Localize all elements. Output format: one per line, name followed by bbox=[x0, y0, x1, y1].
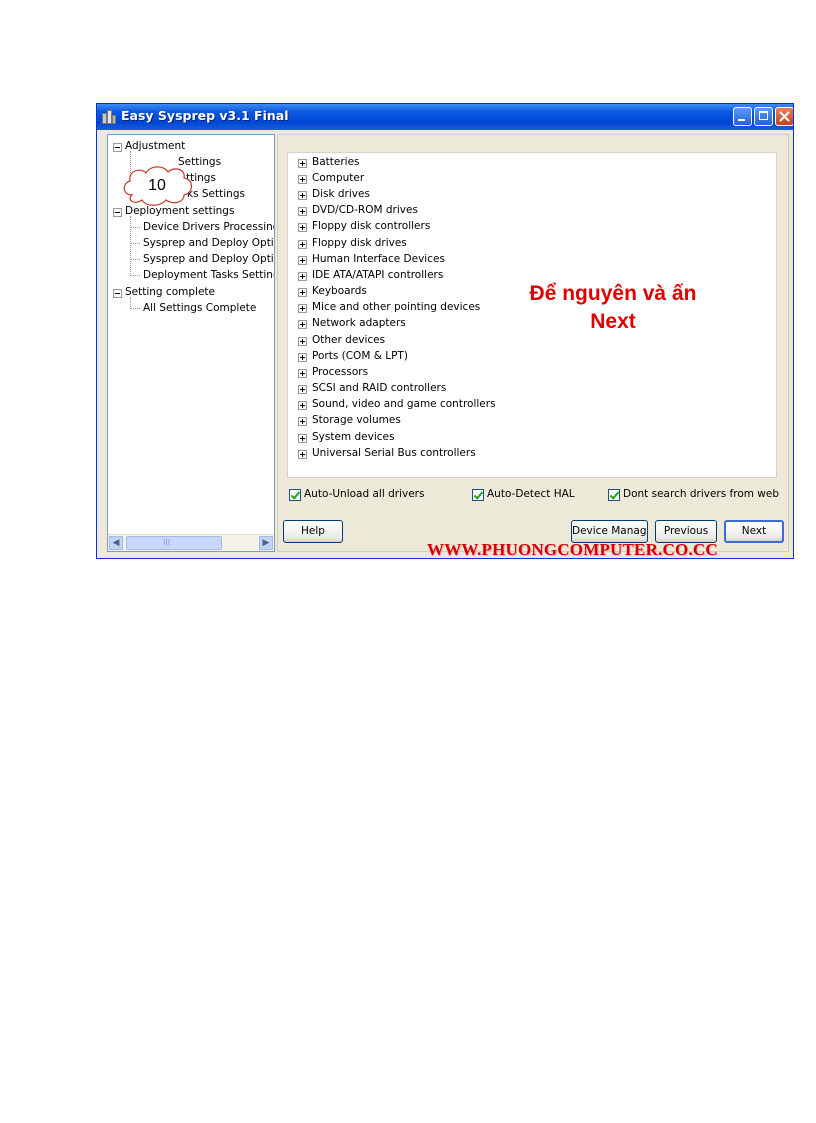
expand-icon[interactable] bbox=[298, 272, 307, 281]
expand-icon[interactable] bbox=[298, 159, 307, 168]
collapse-icon[interactable] bbox=[113, 143, 122, 152]
auto-detect-hal-checkbox[interactable] bbox=[472, 489, 484, 501]
expand-icon[interactable] bbox=[298, 175, 307, 184]
expand-icon[interactable] bbox=[298, 256, 307, 265]
tree-line bbox=[130, 308, 140, 309]
scroll-left-button[interactable]: ◀ bbox=[109, 536, 123, 550]
maximize-icon bbox=[759, 111, 768, 120]
instruction-line-1: Để nguyên và ấn bbox=[529, 282, 697, 305]
close-icon bbox=[779, 111, 790, 122]
expand-icon[interactable] bbox=[298, 369, 307, 378]
chevron-left-icon: ◀ bbox=[112, 538, 120, 548]
expand-icon[interactable] bbox=[298, 320, 307, 329]
website-watermark: WWW.PHUONGCOMPUTER.CO.CC bbox=[427, 540, 718, 559]
window-title: Easy Sysprep v3.1 Final bbox=[121, 108, 289, 123]
tree-node-sysprep-deploy-options-1[interactable]: Sysprep and Deploy Optio bbox=[143, 237, 274, 249]
expand-icon[interactable] bbox=[298, 401, 307, 410]
close-button[interactable] bbox=[775, 107, 793, 126]
step-number: 10 bbox=[148, 177, 166, 194]
horizontal-scrollbar[interactable]: ◀ III ▶ bbox=[108, 534, 274, 551]
tree-line bbox=[130, 243, 140, 244]
expand-icon[interactable] bbox=[298, 417, 307, 426]
chevron-right-icon: ▶ bbox=[262, 538, 270, 548]
easy-sysprep-window: Easy Sysprep v3.1 Final Adjustment Setti… bbox=[96, 103, 794, 559]
settings-tree[interactable]: Adjustment Settings ttings ks Settings D… bbox=[107, 134, 275, 552]
app-icon bbox=[102, 110, 116, 124]
expand-icon[interactable] bbox=[298, 304, 307, 313]
tree-node-sysprep-deploy-options-2[interactable]: Sysprep and Deploy Optio bbox=[143, 253, 274, 265]
minimize-button[interactable] bbox=[733, 107, 752, 126]
tree-node-deployment-tasks-settings[interactable]: Deployment Tasks Setting bbox=[143, 269, 274, 281]
tree-line bbox=[130, 259, 140, 260]
tree-line bbox=[130, 216, 131, 276]
dont-search-web-checkbox[interactable] bbox=[608, 489, 620, 501]
expand-icon[interactable] bbox=[298, 353, 307, 362]
expand-icon[interactable] bbox=[298, 337, 307, 346]
collapse-icon[interactable] bbox=[113, 289, 122, 298]
help-button[interactable]: Help bbox=[283, 520, 343, 543]
maximize-button[interactable] bbox=[754, 107, 773, 126]
scroll-thumb-grip: III bbox=[163, 538, 171, 547]
minimize-icon bbox=[738, 119, 745, 121]
tree-node-all-settings-complete[interactable]: All Settings Complete bbox=[143, 302, 256, 314]
next-button[interactable]: Next bbox=[724, 520, 784, 543]
tree-line bbox=[130, 275, 140, 276]
expand-icon[interactable] bbox=[298, 207, 307, 216]
expand-icon[interactable] bbox=[298, 385, 307, 394]
step-callout: 10 bbox=[120, 165, 198, 209]
expand-icon[interactable] bbox=[298, 450, 307, 459]
instruction-line-2: Next bbox=[590, 310, 636, 333]
expand-icon[interactable] bbox=[298, 240, 307, 249]
tree-line bbox=[130, 227, 140, 228]
instruction-annotation: Để nguyên và ấn Next bbox=[513, 280, 713, 336]
expand-icon[interactable] bbox=[298, 191, 307, 200]
scroll-right-button[interactable]: ▶ bbox=[259, 536, 273, 550]
expand-icon[interactable] bbox=[298, 288, 307, 297]
auto-unload-checkbox[interactable] bbox=[289, 489, 301, 501]
expand-icon[interactable] bbox=[298, 223, 307, 232]
expand-icon[interactable] bbox=[298, 434, 307, 443]
scroll-thumb[interactable]: III bbox=[126, 536, 222, 550]
title-bar[interactable]: Easy Sysprep v3.1 Final bbox=[97, 104, 793, 130]
tree-node-device-drivers-processing[interactable]: Device Drivers Processing bbox=[143, 221, 274, 233]
